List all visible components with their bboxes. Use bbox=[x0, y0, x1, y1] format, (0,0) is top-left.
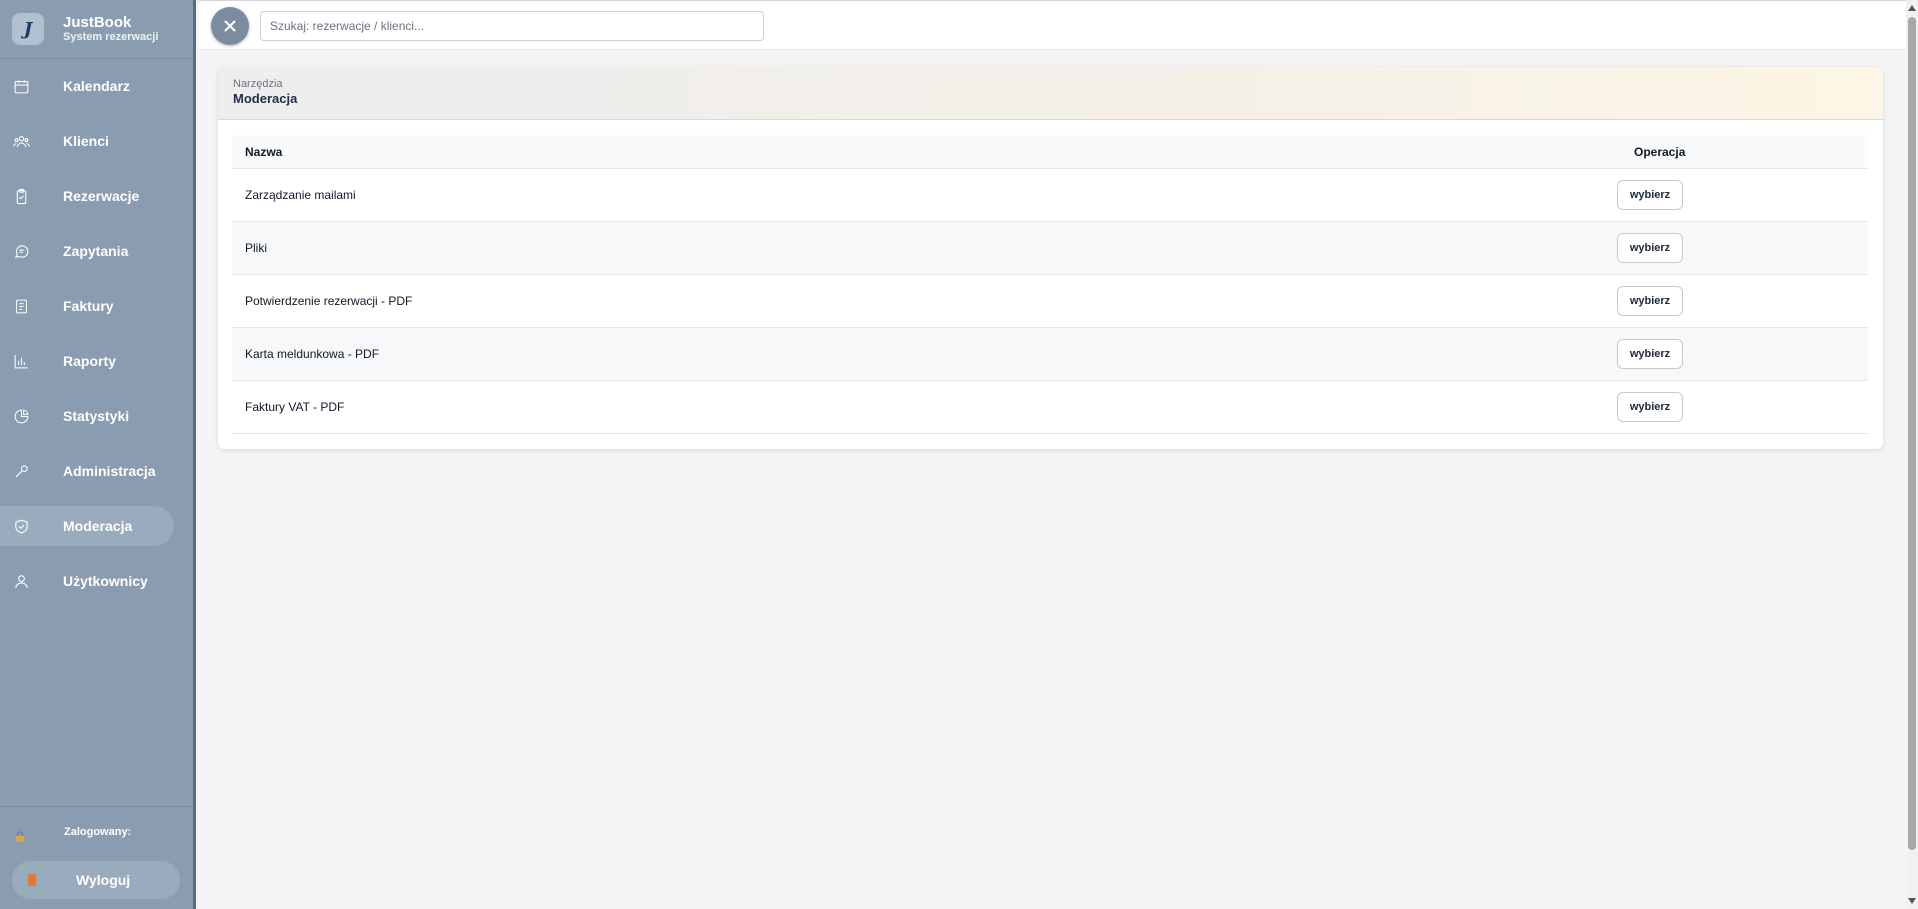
close-sidebar-button[interactable] bbox=[211, 7, 249, 45]
sidebar: J JustBook System rezerwacji Kalendarz K… bbox=[0, 0, 196, 909]
table-row: Potwierdzenie rezerwacji - PDF wybierz bbox=[232, 275, 1868, 328]
select-button[interactable]: wybierz bbox=[1617, 339, 1683, 369]
select-button[interactable]: wybierz bbox=[1617, 233, 1683, 263]
select-button[interactable]: wybierz bbox=[1617, 286, 1683, 316]
sidebar-item-klienci[interactable]: Klienci bbox=[0, 121, 174, 161]
sidebar-item-faktury[interactable]: Faktury bbox=[0, 286, 174, 326]
brand-logo: J bbox=[12, 13, 44, 45]
sidebar-item-label: Raporty bbox=[63, 353, 116, 369]
sidebar-item-statystyki[interactable]: Statystyki bbox=[0, 396, 174, 436]
sidebar-item-administracja[interactable]: Administracja bbox=[0, 451, 174, 491]
card-header: Narzędzia Moderacja bbox=[218, 67, 1883, 120]
sidebar-item-label: Kalendarz bbox=[63, 78, 130, 94]
door-icon bbox=[28, 874, 36, 886]
page-title: Moderacja bbox=[233, 91, 298, 106]
sidebar-item-label: Administracja bbox=[63, 463, 156, 479]
logged-in-info: Zalogowany: bbox=[0, 807, 193, 843]
sidebar-item-zapytania[interactable]: Zapytania bbox=[0, 231, 174, 271]
sidebar-item-label: Moderacja bbox=[63, 518, 133, 534]
close-icon bbox=[224, 20, 236, 32]
breadcrumb: Narzędzia bbox=[233, 78, 283, 90]
pie-chart-icon bbox=[12, 407, 30, 425]
clipboard-check-icon bbox=[12, 187, 30, 205]
scroll-thumb[interactable] bbox=[1908, 17, 1916, 850]
users-icon bbox=[12, 132, 30, 150]
table-row: Zarządzanie mailami wybierz bbox=[232, 169, 1868, 222]
select-button[interactable]: wybierz bbox=[1617, 392, 1683, 422]
select-button[interactable]: wybierz bbox=[1617, 180, 1683, 210]
row-name: Pliki bbox=[245, 241, 268, 255]
table-row: Faktury VAT - PDF wybierz bbox=[232, 381, 1868, 434]
logged-label: Zalogowany: bbox=[64, 826, 132, 838]
user-icon bbox=[12, 572, 30, 590]
row-name: Faktury VAT - PDF bbox=[245, 400, 345, 414]
bar-chart-icon bbox=[12, 352, 30, 370]
column-header-name: Nazwa bbox=[245, 144, 283, 159]
logout-label: Wyloguj bbox=[76, 872, 131, 888]
brand-name: JustBook bbox=[63, 14, 132, 31]
table-row: Karta meldunkowa - PDF wybierz bbox=[232, 328, 1868, 381]
sidebar-item-kalendarz[interactable]: Kalendarz bbox=[0, 66, 174, 106]
sidebar-item-label: Klienci bbox=[63, 133, 109, 149]
tools-table: Nazwa Operacja Zarządzanie mailami wybie… bbox=[232, 135, 1868, 434]
sidebar-item-label: Zapytania bbox=[63, 243, 129, 259]
chat-icon bbox=[12, 242, 30, 260]
table-row: Pliki wybierz bbox=[232, 222, 1868, 275]
sidebar-item-label: Statystyki bbox=[63, 408, 130, 424]
document-icon bbox=[12, 297, 30, 315]
scroll-up-icon[interactable] bbox=[1908, 5, 1916, 11]
shield-check-icon bbox=[12, 517, 30, 535]
row-name: Zarządzanie mailami bbox=[245, 188, 356, 202]
sidebar-item-label: Faktury bbox=[63, 298, 114, 314]
sidebar-nav: Kalendarz Klienci Rezerwacje Zapytania F… bbox=[0, 66, 193, 601]
sidebar-item-label: Rezerwacje bbox=[63, 188, 140, 204]
sidebar-item-moderacja[interactable]: Moderacja bbox=[0, 506, 174, 546]
row-name: Potwierdzenie rezerwacji - PDF bbox=[245, 294, 413, 308]
logout-button[interactable]: Wyloguj bbox=[12, 861, 180, 899]
table-body: Zarządzanie mailami wybierz Pliki wybier… bbox=[232, 169, 1868, 434]
sidebar-item-raporty[interactable]: Raporty bbox=[0, 341, 174, 381]
column-header-operation: Operacja bbox=[1634, 144, 1686, 159]
scroll-down-icon[interactable] bbox=[1908, 898, 1916, 904]
sidebar-item-uzytkownicy[interactable]: Użytkownicy bbox=[0, 561, 174, 601]
calendar-icon bbox=[12, 77, 30, 95]
sidebar-footer: Zalogowany: Wyloguj bbox=[0, 806, 193, 909]
sidebar-item-rezerwacje[interactable]: Rezerwacje bbox=[0, 176, 174, 216]
top-bar bbox=[199, 0, 1906, 50]
lock-icon bbox=[16, 831, 24, 842]
wrench-icon bbox=[12, 462, 30, 480]
table-header: Nazwa Operacja bbox=[232, 135, 1868, 169]
brand-subtitle: System rezerwacji bbox=[63, 31, 159, 43]
moderation-card: Narzędzia Moderacja Nazwa Operacja Zarzą… bbox=[218, 67, 1883, 449]
brand[interactable]: J JustBook System rezerwacji bbox=[0, 0, 193, 59]
page-scrollbar[interactable] bbox=[1906, 0, 1918, 909]
row-name: Karta meldunkowa - PDF bbox=[245, 347, 380, 361]
search-input[interactable] bbox=[260, 11, 764, 41]
sidebar-item-label: Użytkownicy bbox=[63, 573, 148, 589]
